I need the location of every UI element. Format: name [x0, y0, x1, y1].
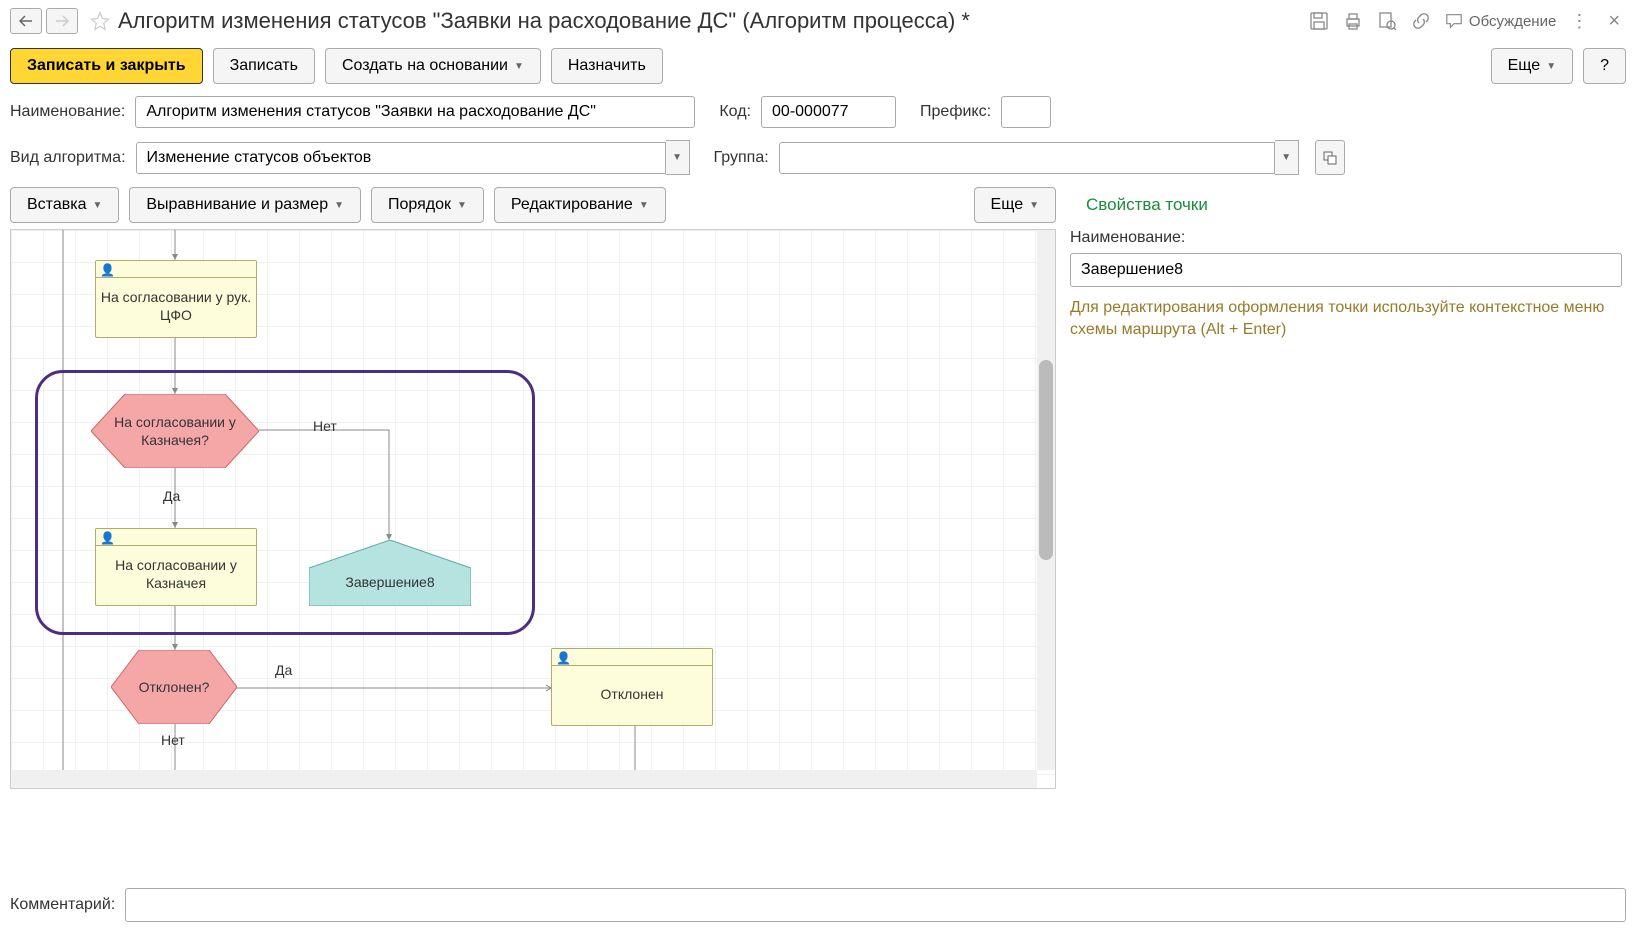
algo-type-select[interactable]: ▼: [136, 140, 690, 175]
node-treasurer-label: На согласовании у Казначея: [96, 542, 256, 592]
edit-button[interactable]: Редактирование ▼: [494, 187, 666, 223]
report-icon[interactable]: [1377, 11, 1397, 31]
chevron-down-icon: ▼: [1029, 200, 1039, 211]
algo-type-label: Вид алгоритма:: [10, 149, 126, 167]
more-icon[interactable]: ⋮: [1570, 11, 1588, 32]
prefix-label: Префикс:: [920, 103, 991, 121]
assign-button[interactable]: Назначить: [551, 48, 663, 84]
side-name-input[interactable]: [1070, 253, 1622, 287]
node-rejected-question-label: Отклонен?: [139, 679, 210, 695]
page-title: Алгоритм изменения статусов "Заявки на р…: [118, 8, 1309, 34]
comment-label: Комментарий:: [10, 896, 115, 914]
node-approval-cfo[interactable]: 👤 На согласовании у рук. ЦФО: [95, 260, 257, 338]
insert-button[interactable]: Вставка ▼: [10, 187, 119, 223]
side-panel-title: Свойства точки: [1086, 195, 1626, 215]
node-rejected[interactable]: 👤 Отклонен: [551, 648, 713, 726]
group-dropdown-button[interactable]: ▼: [1275, 140, 1299, 175]
side-hint: Для редактирования оформления точки испо…: [1070, 297, 1622, 342]
align-label: Выравнивание и размер: [146, 196, 328, 214]
node-end8-label: Завершение8: [345, 556, 434, 590]
create-from-button[interactable]: Создать на основании ▼: [325, 48, 541, 84]
order-label: Порядок: [388, 196, 451, 214]
flowchart-canvas[interactable]: 👤 На согласовании у рук. ЦФО На согласов…: [11, 230, 1055, 788]
more-button[interactable]: Еще ▼: [1491, 48, 1573, 84]
form-row-2: Вид алгоритма: ▼ Группа: ▼: [0, 134, 1636, 181]
header-actions: Обсуждение ⋮ ×: [1309, 10, 1626, 33]
code-label: Код:: [719, 103, 751, 121]
scrollbar-vertical[interactable]: [1037, 230, 1055, 770]
group-select[interactable]: ▼: [779, 140, 1299, 175]
algo-type-dropdown-button[interactable]: ▼: [666, 140, 690, 175]
user-icon: 👤: [100, 263, 115, 277]
node-rejected-label: Отклонен: [597, 671, 668, 703]
edge-label-no-2: Нет: [161, 732, 185, 748]
algo-type-input[interactable]: [136, 142, 666, 174]
print-icon[interactable]: [1343, 11, 1363, 31]
canvas-more-label: Еще: [991, 196, 1024, 214]
save-button[interactable]: Записать: [213, 48, 315, 84]
node-treasurer[interactable]: 👤 На согласовании у Казначея: [95, 528, 257, 606]
order-button[interactable]: Порядок ▼: [371, 187, 484, 223]
form-row-1: Наименование: Код: Префикс:: [0, 90, 1636, 134]
node-rejected-question[interactable]: Отклонен?: [111, 650, 237, 724]
node-treasurer-question[interactable]: На согласовании у Казначея?: [91, 394, 259, 468]
main-area: 👤 На согласовании у рук. ЦФО На согласов…: [0, 229, 1636, 789]
name-input[interactable]: [135, 96, 695, 128]
align-button[interactable]: Выравнивание и размер ▼: [129, 187, 361, 223]
name-label: Наименование:: [10, 103, 125, 121]
nav-forward-button[interactable]: [46, 8, 78, 34]
user-icon: 👤: [556, 651, 571, 665]
group-input[interactable]: [779, 142, 1275, 174]
chevron-down-icon: ▼: [1546, 61, 1556, 72]
header: Алгоритм изменения статусов "Заявки на р…: [0, 0, 1636, 42]
user-icon: 👤: [100, 531, 115, 545]
more-label: Еще: [1508, 57, 1541, 75]
save-icon[interactable]: [1309, 11, 1329, 31]
node-approval-cfo-label: На согласовании у рук. ЦФО: [96, 274, 256, 324]
edge-label-yes-2: Да: [275, 662, 292, 678]
canvas-more-button[interactable]: Еще ▼: [974, 187, 1056, 223]
discuss-button[interactable]: Обсуждение: [1445, 12, 1556, 30]
edge-label-yes: Да: [163, 488, 180, 504]
link-icon[interactable]: [1411, 11, 1431, 31]
insert-label: Вставка: [27, 196, 86, 214]
comment-input[interactable]: [125, 888, 1626, 922]
scrollbar-horizontal[interactable]: [11, 770, 1037, 788]
edit-label: Редактирование: [511, 196, 633, 214]
chevron-down-icon: ▼: [457, 200, 467, 211]
create-from-label: Создать на основании: [342, 57, 508, 75]
group-label: Группа:: [714, 149, 769, 167]
nav-back-button[interactable]: [10, 8, 42, 34]
comment-row: Комментарий:: [0, 878, 1636, 932]
chevron-down-icon: ▼: [92, 200, 102, 211]
favorite-icon[interactable]: [90, 11, 110, 31]
canvas-toolbar: Вставка ▼ Выравнивание и размер ▼ Порядок ▼…: [0, 181, 1636, 229]
discuss-label: Обсуждение: [1469, 13, 1556, 30]
scrollbar-thumb[interactable]: [1039, 360, 1053, 560]
prefix-input[interactable]: [1001, 96, 1051, 128]
code-input[interactable]: [761, 96, 896, 128]
group-open-button[interactable]: [1315, 140, 1345, 175]
help-button[interactable]: ?: [1583, 48, 1626, 84]
side-panel: Наименование: Для редактирования оформле…: [1066, 229, 1626, 789]
save-close-button[interactable]: Записать и закрыть: [10, 48, 203, 84]
edge-label-no: Нет: [313, 418, 337, 434]
side-name-label: Наименование:: [1070, 229, 1622, 247]
main-toolbar: Записать и закрыть Записать Создать на о…: [0, 42, 1636, 90]
chevron-down-icon: ▼: [514, 61, 524, 72]
node-end8[interactable]: Завершение8: [309, 540, 471, 606]
canvas-wrapper: 👤 На согласовании у рук. ЦФО На согласов…: [10, 229, 1056, 789]
close-icon[interactable]: ×: [1602, 10, 1626, 33]
chevron-down-icon: ▼: [639, 200, 649, 211]
chevron-down-icon: ▼: [334, 200, 344, 211]
node-treasurer-question-label: На согласовании у Казначея?: [91, 413, 259, 449]
